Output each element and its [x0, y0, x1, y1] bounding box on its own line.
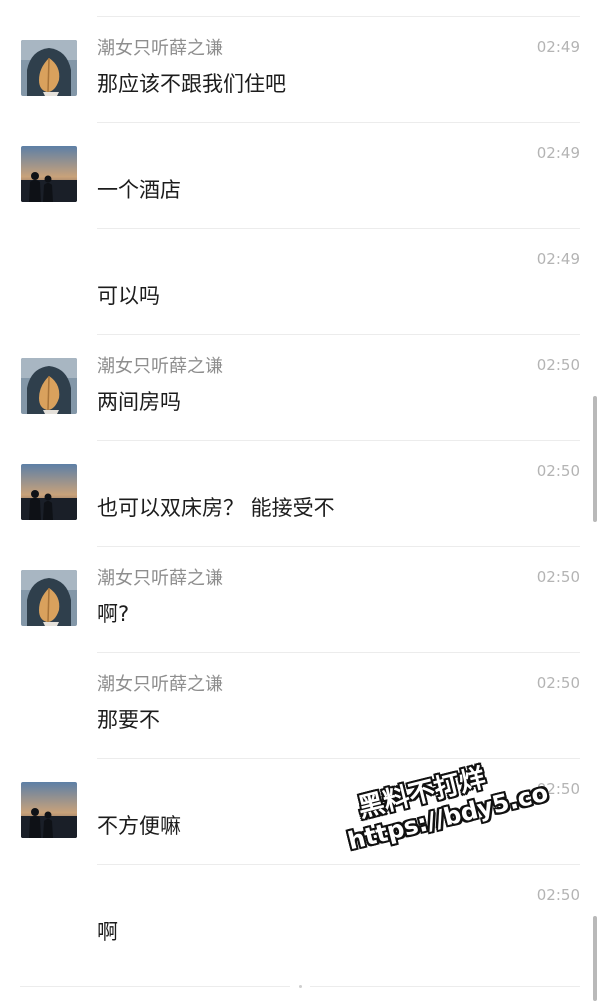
sender-name: 潮女只听薛之谦 — [97, 568, 223, 589]
message-item[interactable]: 潮女只听薛之谦 02:49 那应该不跟我们住吧 — [0, 0, 600, 106]
sender-name: 潮女只听薛之谦 — [97, 356, 223, 377]
message-time: 02:50 — [536, 568, 580, 586]
sunset-avatar[interactable] — [21, 146, 77, 202]
chat-message-list[interactable]: 潮女只听薛之谦 02:49 那应该不跟我们住吧 02:49 一个酒店 02:49… — [0, 0, 600, 1001]
message-separator — [97, 864, 580, 865]
sender-name: 潮女只听薛之谦 — [97, 674, 223, 695]
message-separator — [97, 228, 580, 229]
message-separator — [97, 334, 580, 335]
message-time: 02:50 — [536, 462, 580, 480]
message-item[interactable]: 潮女只听薛之谦 02:50 啊? — [0, 530, 600, 636]
sunset-avatar[interactable] — [21, 782, 77, 838]
scrollbar-thumb[interactable] — [593, 916, 597, 1001]
leaf-avatar[interactable] — [21, 570, 77, 626]
sender-name: 潮女只听薛之谦 — [97, 38, 223, 59]
message-time: 02:50 — [536, 356, 580, 374]
bottom-divider — [310, 986, 580, 987]
message-item[interactable]: 潮女只听薛之谦 02:50 两间房吗 — [0, 318, 600, 424]
scrollbar-thumb[interactable] — [593, 396, 597, 522]
message-separator — [97, 122, 580, 123]
message-time: 02:49 — [536, 144, 580, 162]
sunset-avatar[interactable] — [21, 464, 77, 520]
message-text: 不方便嘛 — [97, 814, 181, 838]
message-text: 可以吗 — [97, 284, 160, 308]
message-time: 02:50 — [536, 674, 580, 692]
bottom-divider — [20, 986, 290, 987]
message-text: 啊? — [97, 602, 130, 626]
message-text: 也可以双床房？ 能接受不 — [97, 496, 335, 520]
message-separator — [97, 546, 580, 547]
message-separator — [97, 758, 580, 759]
message-item[interactable]: 02:49 可以吗 — [0, 212, 600, 318]
message-item[interactable]: 02:50 啊 — [0, 848, 600, 954]
message-time: 02:50 — [536, 780, 580, 798]
message-time: 02:49 — [536, 38, 580, 56]
message-separator — [97, 652, 580, 653]
page-indicator-dot — [299, 985, 302, 988]
message-item[interactable]: 02:50 也可以双床房？ 能接受不 — [0, 424, 600, 530]
leaf-avatar[interactable] — [21, 40, 77, 96]
message-text: 两间房吗 — [97, 390, 181, 414]
leaf-avatar[interactable] — [21, 358, 77, 414]
message-text: 那应该不跟我们住吧 — [97, 72, 286, 96]
message-item[interactable]: 02:50 不方便嘛 — [0, 742, 600, 848]
message-time: 02:50 — [536, 886, 580, 904]
message-text: 那要不 — [97, 708, 160, 732]
message-time: 02:49 — [536, 250, 580, 268]
message-item[interactable]: 02:49 一个酒店 — [0, 106, 600, 212]
message-text: 一个酒店 — [97, 178, 181, 202]
message-text: 啊 — [97, 920, 118, 944]
message-item[interactable]: 潮女只听薛之谦 02:50 那要不 — [0, 636, 600, 742]
message-separator — [97, 440, 580, 441]
message-separator — [97, 16, 580, 17]
